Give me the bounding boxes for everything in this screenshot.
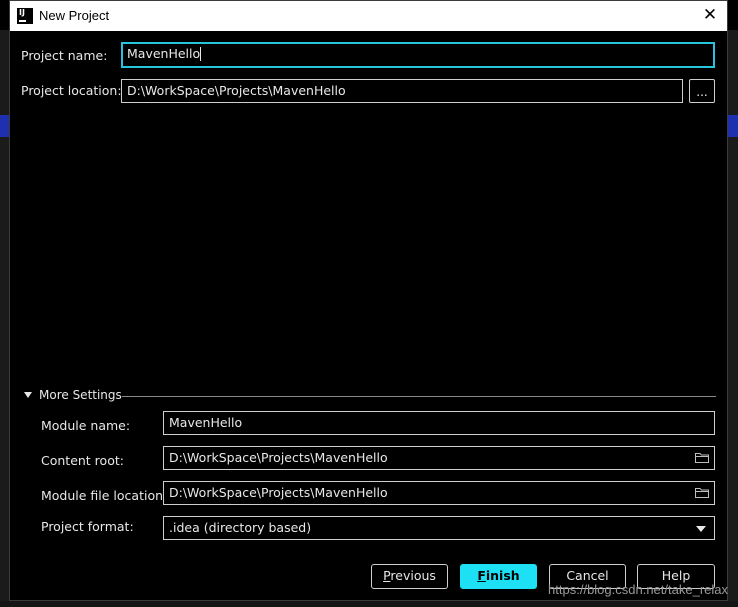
module-name-input[interactable]: MavenHello (163, 411, 715, 435)
content-root-value: D:\WorkSpace\Projects\MavenHello (169, 450, 388, 465)
help-label: Help (661, 568, 691, 583)
project-name-input[interactable]: MavenHello (121, 42, 715, 68)
background-ide-glyph (1, 80, 8, 96)
browse-location-button[interactable]: ... (689, 79, 715, 103)
content-root-label: Content root: (41, 453, 124, 468)
project-format-value: .idea (directory based) (169, 520, 312, 535)
project-location-value: D:\WorkSpace\Projects\MavenHello (127, 83, 346, 98)
previous-button[interactable]: Previous (371, 564, 448, 589)
finish-label: inish (485, 568, 520, 583)
new-project-dialog: IJ New Project ✕ Project name: MavenHell… (9, 0, 728, 601)
background-ide-right (728, 30, 738, 607)
more-settings-title: More Settings (39, 388, 122, 402)
text-caret (200, 47, 202, 61)
intellij-app-icon: IJ (17, 8, 33, 24)
project-format-label: Project format: (41, 519, 134, 534)
close-button[interactable]: ✕ (701, 6, 719, 24)
background-ide-selection (0, 115, 9, 137)
more-settings-divider (122, 396, 716, 397)
background-ide-selection-right (728, 115, 738, 137)
project-format-select[interactable]: .idea (directory based) (163, 516, 715, 540)
project-name-label: Project name: (21, 48, 108, 63)
module-name-label: Module name: (41, 418, 131, 433)
folder-icon[interactable] (695, 487, 709, 498)
chevron-down-icon (696, 526, 706, 532)
project-location-input[interactable]: D:\WorkSpace\Projects\MavenHello (121, 79, 683, 103)
background-ide-bottom (0, 601, 738, 607)
module-file-location-label: Module file location: (41, 488, 168, 503)
module-name-value: MavenHello (169, 415, 243, 430)
module-file-location-value: D:\WorkSpace\Projects\MavenHello (169, 485, 388, 500)
cancel-label: Cancel (566, 568, 609, 583)
project-location-label: Project location: (21, 83, 122, 98)
more-settings-toggle[interactable]: More Settings (24, 388, 122, 402)
title-bar[interactable]: IJ New Project ✕ (10, 1, 727, 31)
folder-icon[interactable] (695, 452, 709, 463)
ellipsis-icon: ... (696, 85, 708, 99)
app-icon-text: IJ (19, 8, 25, 17)
dialog-title: New Project (39, 8, 110, 23)
finish-button[interactable]: Finish (460, 564, 537, 589)
finish-mnemonic: F (477, 568, 486, 583)
collapse-triangle-icon (24, 392, 32, 398)
background-ide-left (0, 30, 9, 607)
watermark-text: https://blog.csdn.net/take_relax (548, 582, 728, 597)
content-root-input[interactable]: D:\WorkSpace\Projects\MavenHello (163, 446, 715, 470)
project-name-value: MavenHello (127, 46, 201, 61)
close-icon: ✕ (702, 5, 718, 25)
module-file-location-input[interactable]: D:\WorkSpace\Projects\MavenHello (163, 481, 715, 505)
previous-label: revious (390, 568, 436, 583)
